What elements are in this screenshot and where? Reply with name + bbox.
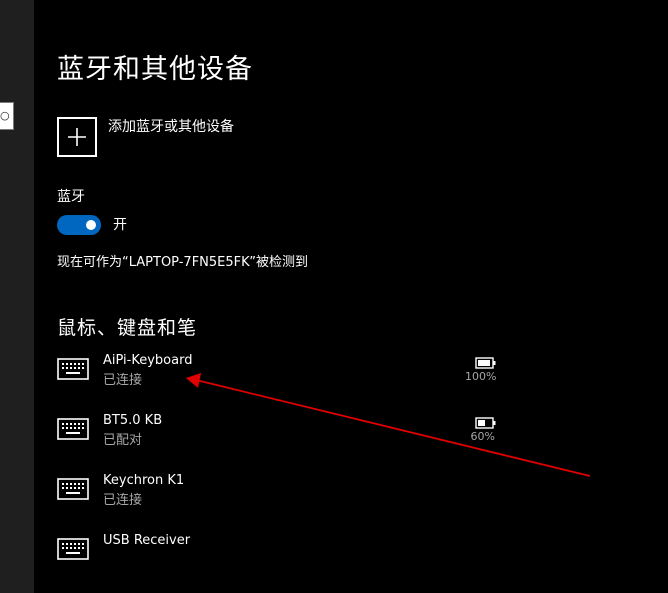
battery-percentage: 60%	[470, 430, 495, 443]
toggle-knob	[86, 220, 96, 230]
keyboard-icon	[57, 538, 89, 564]
device-item[interactable]: BT5.0 KB 已配对 60%	[57, 412, 517, 462]
device-status: 已连接	[103, 493, 143, 508]
bluetooth-label: 蓝牙	[57, 189, 85, 205]
device-name: BT5.0 KB	[103, 413, 163, 428]
device-name: AiPi-Keyboard	[103, 353, 193, 368]
keyboard-icon	[57, 358, 89, 384]
device-status: 已连接	[103, 373, 143, 388]
device-item[interactable]: Keychron K1 已连接	[57, 472, 517, 522]
device-item[interactable]: USB Receiver	[57, 532, 517, 582]
keyboard-icon	[57, 478, 89, 504]
search-icon: ○	[0, 109, 10, 122]
device-name: Keychron K1	[103, 473, 185, 488]
battery-percentage: 100%	[465, 370, 497, 383]
section-title: 鼠标、键盘和笔	[57, 317, 198, 339]
side-panel	[0, 0, 34, 593]
plus-icon	[57, 117, 97, 157]
search-box-edge[interactable]: ○	[0, 102, 14, 130]
discoverable-text: 现在可作为“LAPTOP-7FN5E5FK”被检测到	[57, 255, 308, 270]
device-item[interactable]: AiPi-Keyboard 已连接 100%	[57, 352, 517, 402]
bluetooth-toggle-row: 开	[57, 215, 127, 235]
add-device-label: 添加蓝牙或其他设备	[108, 119, 234, 135]
page-title: 蓝牙和其他设备	[57, 54, 253, 85]
add-device-button[interactable]: 添加蓝牙或其他设备	[57, 117, 234, 157]
device-status: 已配对	[103, 433, 143, 448]
keyboard-icon	[57, 418, 89, 444]
bluetooth-toggle[interactable]	[57, 215, 101, 235]
device-name: USB Receiver	[103, 533, 191, 548]
bluetooth-toggle-state: 开	[113, 217, 127, 233]
